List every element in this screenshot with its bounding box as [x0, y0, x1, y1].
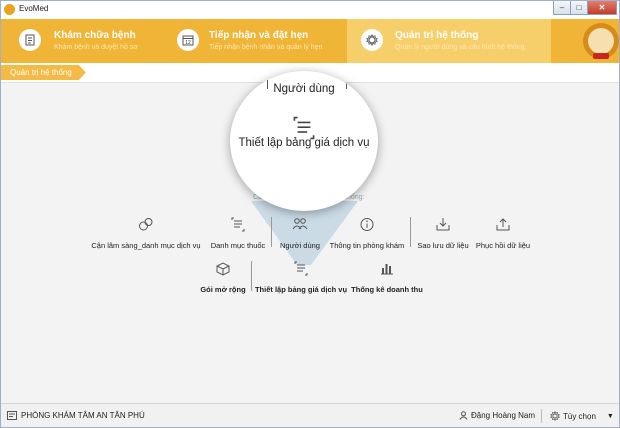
- function-label: Sao lưu dữ liệu: [417, 241, 469, 250]
- user-icon: [459, 411, 468, 420]
- mascot-logo-icon: [583, 23, 619, 59]
- module-tiep-nhan[interactable]: 12 Tiếp nhận và đặt hẹn Tiếp nhận bệnh n…: [169, 19, 347, 63]
- current-user[interactable]: Đặng Hoàng Nam: [459, 411, 535, 420]
- function-danh-muc-thuoc[interactable]: Danh mục thuốc: [207, 217, 269, 253]
- gear-icon: [550, 411, 560, 421]
- module-title: Tiếp nhận và đặt hẹn: [209, 30, 309, 41]
- window-controls: – □ ✕: [553, 1, 617, 15]
- calendar-day: 12: [185, 40, 191, 46]
- status-bar: PHÒNG KHÁM TÂM AN TÂN PHÚ Đặng Hoàng Nam…: [1, 403, 619, 427]
- module-header: Khám chữa bệnh Khám bệnh và duyệt hồ sơ …: [1, 19, 619, 63]
- spotlight-top-label: Người dùng: [273, 83, 335, 95]
- module-title: Khám chữa bệnh: [54, 30, 136, 41]
- minimize-button[interactable]: –: [553, 1, 571, 15]
- admin-content: Cận lâm sàng_danh mục dịch vụ Danh mục t…: [1, 71, 619, 403]
- package-icon: [216, 262, 230, 276]
- module-subtitle: Khám bệnh và duyệt hồ sơ: [54, 44, 138, 51]
- function-label: Người dùng: [280, 241, 320, 250]
- module-title: Quản trị hệ thống: [395, 30, 479, 41]
- module-subtitle: Quản lý người dùng và cấu hình hệ thống: [395, 44, 525, 51]
- function-thong-ke-doanh-thu[interactable]: Thống kê doanh thu: [351, 261, 423, 297]
- clinic-icon: [7, 411, 17, 420]
- function-label: Cận lâm sàng_danh mục dịch vụ: [91, 241, 201, 250]
- clinic-info: PHÒNG KHÁM TÂM AN TÂN PHÚ: [7, 411, 145, 420]
- function-label: Danh mục thuốc: [210, 241, 266, 250]
- close-button[interactable]: ✕: [587, 1, 617, 15]
- calendar-icon: 12: [177, 29, 199, 51]
- function-can-lam-sang[interactable]: Cận lâm sàng_danh mục dịch vụ: [89, 217, 203, 253]
- list-icon: [231, 217, 245, 232]
- app-window: EvoMed – □ ✕ Khám chữa bệnh Khám bệnh và…: [0, 0, 620, 428]
- separator: [251, 261, 252, 291]
- function-nguoi-dung[interactable]: Người dùng: [276, 217, 324, 253]
- info-icon: [360, 218, 374, 231]
- backup-icon: [436, 218, 450, 231]
- clinic-name: PHÒNG KHÁM TÂM AN TÂN PHÚ: [21, 411, 145, 420]
- user-name: Đặng Hoàng Nam: [471, 411, 536, 420]
- function-label: Thông tin phòng khám: [329, 241, 405, 250]
- restore-icon: [496, 218, 510, 231]
- separator: [541, 409, 542, 423]
- spotlight-label: Thiết lập bảng giá dịch vụ: [238, 137, 370, 149]
- function-goi-mo-rong[interactable]: Gói mở rộng: [197, 261, 249, 297]
- spotlight-magnifier: Người dùng Thiết lập bảng giá dịch vụ: [230, 71, 378, 211]
- clipboard-icon: [19, 29, 41, 51]
- title-bar: EvoMed – □ ✕: [1, 1, 619, 19]
- function-label: Phục hồi dữ liệu: [475, 241, 531, 250]
- window-title: EvoMed: [19, 4, 49, 13]
- module-quan-tri[interactable]: Quản trị hệ thống Quản lý người dùng và …: [347, 19, 551, 63]
- gear-icon: [361, 29, 383, 51]
- module-subtitle: Tiếp nhận bệnh nhân và quản lý hẹn: [209, 44, 323, 51]
- users-icon: [292, 218, 308, 230]
- function-thiet-lap-bang-gia[interactable]: Thiết lập bảng giá dịch vụ: [254, 261, 348, 297]
- lab-icon: [139, 218, 153, 231]
- app-icon: [4, 4, 15, 15]
- function-label: Thiết lập bảng giá dịch vụ: [254, 285, 348, 294]
- function-sao-luu-du-lieu[interactable]: Sao lưu dữ liệu: [415, 217, 471, 253]
- options-label: Tùy chọn: [563, 411, 596, 421]
- pricelist-icon: [294, 261, 308, 276]
- chart-icon: [381, 264, 393, 275]
- maximize-button[interactable]: □: [570, 1, 588, 15]
- chevron-down-icon: ▼: [606, 412, 614, 420]
- module-kham-chua-benh[interactable]: Khám chữa bệnh Khám bệnh và duyệt hồ sơ: [1, 19, 169, 63]
- breadcrumb-item[interactable]: Quản trị hệ thống: [1, 65, 86, 80]
- function-thong-tin-phong-kham[interactable]: Thông tin phòng khám: [325, 217, 409, 253]
- options-menu-button[interactable]: Tùy chọn ▼: [550, 411, 614, 421]
- function-phuc-hoi-du-lieu[interactable]: Phục hồi dữ liệu: [473, 217, 533, 253]
- function-label: Thống kê doanh thu: [351, 285, 423, 294]
- function-label: Gói mở rộng: [200, 285, 246, 294]
- separator: [410, 217, 411, 247]
- separator: [271, 217, 272, 247]
